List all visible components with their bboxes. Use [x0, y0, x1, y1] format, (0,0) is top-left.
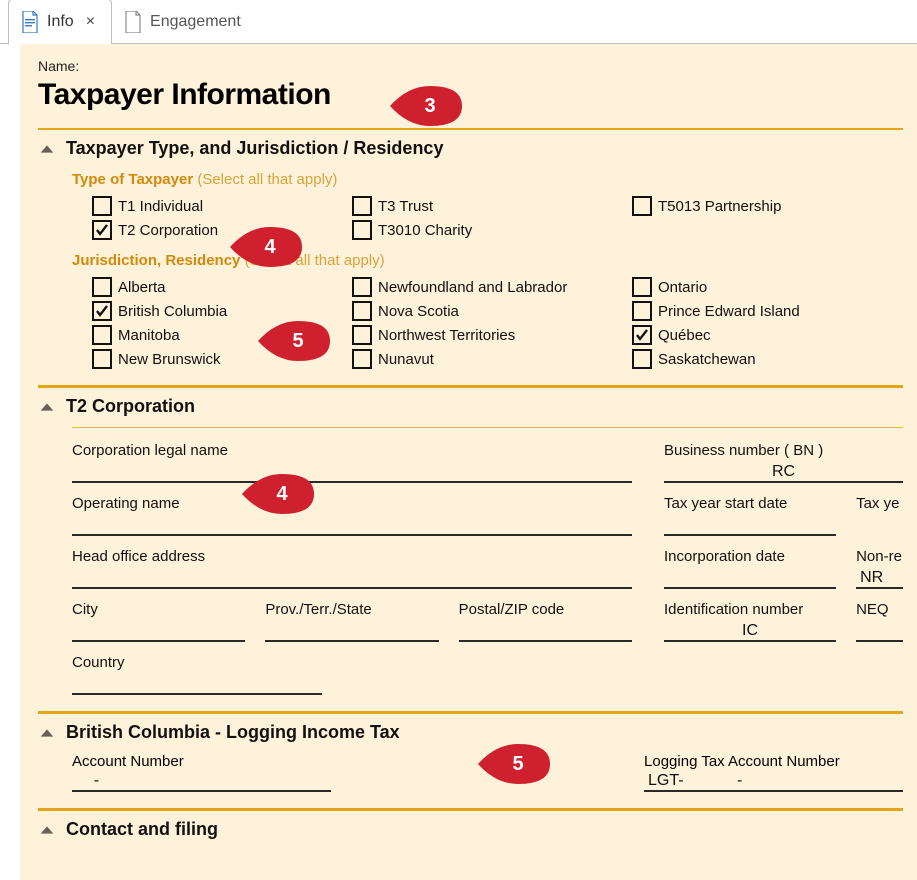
field-incorp-date[interactable]: Incorporation date — [664, 548, 836, 589]
section-heading-t2[interactable]: T2 Corporation — [38, 385, 903, 417]
page-title: Taxpayer Information — [38, 78, 903, 112]
checkbox-t3010-charity[interactable]: T3010 Charity — [352, 220, 632, 240]
callout-4b: 4 — [242, 474, 314, 514]
callout-5: 5 — [258, 321, 330, 361]
checkbox-british-columbia[interactable]: British Columbia — [92, 301, 352, 321]
checkbox-t1-individual[interactable]: T1 Individual — [92, 196, 352, 216]
callout-3: 3 — [390, 86, 462, 126]
chevron-up-icon — [38, 724, 56, 742]
subheading-type-of-taxpayer: Type of Taxpayer (Select all that apply) — [72, 171, 903, 188]
section-heading-bc-logging[interactable]: British Columbia - Logging Income Tax — [38, 711, 903, 743]
checkbox-newfoundland[interactable]: Newfoundland and Labrador — [352, 277, 632, 297]
field-prov[interactable]: Prov./Terr./State — [265, 601, 438, 642]
chevron-up-icon — [38, 398, 56, 416]
checkbox-nova-scotia[interactable]: Nova Scotia — [352, 301, 632, 321]
field-neq[interactable]: NEQ — [856, 601, 903, 642]
field-country[interactable]: Country — [72, 654, 322, 695]
field-bn[interactable]: Business number ( BN )RC — [664, 442, 903, 483]
callout-4: 4 — [230, 227, 302, 267]
checkbox-pei[interactable]: Prince Edward Island — [632, 301, 892, 321]
chevron-up-icon — [38, 821, 56, 839]
document-icon — [124, 11, 142, 33]
checkbox-nunavut[interactable]: Nunavut — [352, 349, 632, 369]
checkbox-t5013-partnership[interactable]: T5013 Partnership — [632, 196, 892, 216]
tab-engagement[interactable]: Engagement — [112, 0, 253, 44]
field-tax-year-end: Tax ye — [856, 495, 903, 536]
field-postal[interactable]: Postal/ZIP code — [459, 601, 632, 642]
close-icon[interactable]: × — [82, 13, 99, 31]
form-area: Name: Taxpayer Information Taxpayer Type… — [20, 44, 917, 880]
checkbox-t2-corporation[interactable]: T2 Corporation — [92, 220, 352, 240]
subheading-jurisdiction: Jurisdiction, Residency (Select all that… — [72, 252, 903, 269]
field-legal-name[interactable]: Corporation legal name — [72, 442, 632, 483]
field-non-resident[interactable]: Non-reNR — [856, 548, 903, 589]
chevron-up-icon — [38, 140, 56, 158]
field-bc-logging-account[interactable]: Logging Tax Account Number LGT- - — [644, 753, 903, 792]
field-city[interactable]: City — [72, 601, 245, 642]
field-id-number[interactable]: Identification numberIC — [664, 601, 836, 642]
tab-label: Engagement — [150, 13, 241, 31]
field-head-office[interactable]: Head office address — [72, 548, 632, 589]
field-operating-name[interactable]: Operating name — [72, 495, 632, 536]
tab-bar: Info × Engagement — [0, 0, 917, 44]
checkbox-ontario[interactable]: Ontario — [632, 277, 892, 297]
checkbox-quebec[interactable]: Québec — [632, 325, 892, 345]
section-heading-contact[interactable]: Contact and filing — [38, 808, 903, 840]
checkbox-t3-trust[interactable]: T3 Trust — [352, 196, 632, 216]
tab-label: Info — [47, 13, 74, 31]
checkbox-nwt[interactable]: Northwest Territories — [352, 325, 632, 345]
field-tax-year-start[interactable]: Tax year start date — [664, 495, 836, 536]
callout-5b: 5 — [478, 744, 550, 784]
checkbox-saskatchewan[interactable]: Saskatchewan — [632, 349, 892, 369]
field-bc-account-number[interactable]: Account Number - — [72, 753, 331, 792]
section-heading-taxpayer-type[interactable]: Taxpayer Type, and Jurisdiction / Reside… — [38, 128, 903, 159]
checkbox-alberta[interactable]: Alberta — [92, 277, 352, 297]
document-icon — [21, 11, 39, 33]
name-label: Name: — [38, 58, 903, 74]
tab-info[interactable]: Info × — [8, 0, 112, 45]
